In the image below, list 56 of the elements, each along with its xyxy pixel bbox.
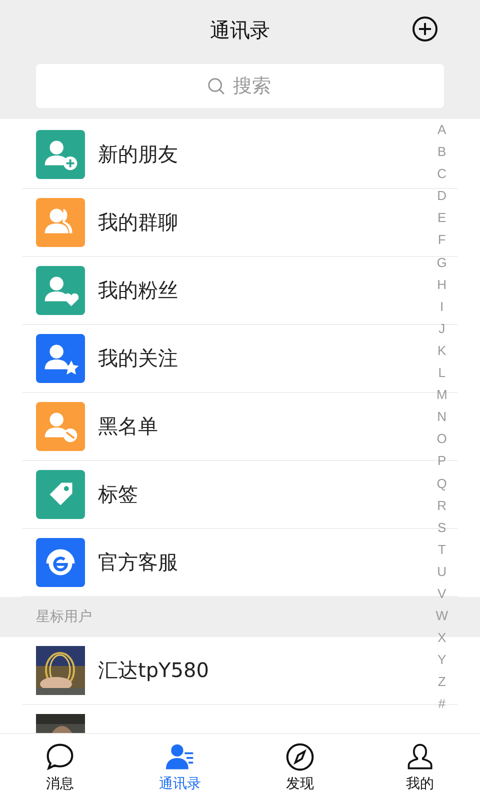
menu-item[interactable]: 标签	[22, 461, 424, 528]
index-letter[interactable]: S	[438, 516, 446, 539]
index-letter[interactable]: I	[440, 296, 444, 318]
chat-bubble-icon	[45, 742, 75, 772]
search-field[interactable]: 搜索	[36, 64, 444, 108]
index-letter[interactable]: N	[437, 406, 447, 428]
index-letter[interactable]: V	[438, 582, 446, 606]
index-letter[interactable]: D	[437, 185, 447, 208]
menu-item[interactable]: 新的朋友	[22, 121, 424, 188]
index-letter[interactable]: Z	[438, 671, 446, 694]
index-letter[interactable]: U	[437, 560, 447, 583]
tab[interactable]: 消息	[0, 734, 120, 800]
index-letter[interactable]: O	[436, 428, 447, 450]
menu-label: 标签	[98, 481, 138, 508]
index-letter[interactable]: T	[438, 538, 446, 561]
menu-item[interactable]: 我的粉丝	[22, 257, 424, 324]
index-letter[interactable]: #	[438, 693, 446, 716]
menu-item[interactable]: 黑名单	[22, 393, 424, 460]
menu-item[interactable]: 我的群聊	[22, 189, 424, 256]
index-letter[interactable]: R	[437, 494, 447, 517]
contacts-icon	[165, 742, 195, 772]
tab[interactable]: 通讯录	[120, 734, 240, 800]
menu-label: 我的关注	[98, 345, 178, 372]
index-letter[interactable]: G	[436, 252, 447, 274]
tab[interactable]: 发现	[240, 734, 360, 800]
menu-label: 我的群聊	[98, 209, 178, 236]
index-letter[interactable]: E	[438, 207, 446, 230]
index-letter[interactable]: P	[438, 450, 446, 472]
menu-label: 新的朋友	[98, 141, 178, 168]
index-letter[interactable]: Q	[436, 472, 447, 495]
index-letter[interactable]: F	[438, 229, 446, 252]
index-letter[interactable]: Y	[438, 649, 446, 672]
person-icon	[405, 742, 435, 772]
index-letter[interactable]: J	[438, 318, 446, 340]
index-letter[interactable]: C	[437, 163, 447, 186]
contact-name: 汇达tpY580	[98, 657, 209, 684]
index-letter[interactable]: L	[438, 362, 446, 384]
menu-label: 黑名单	[98, 413, 158, 440]
page-title: 通讯录	[210, 16, 270, 44]
menu-label: 官方客服	[98, 549, 178, 576]
menu-item[interactable]: 官方客服	[22, 529, 424, 596]
search-icon	[207, 77, 226, 96]
index-letter[interactable]: A	[438, 119, 446, 142]
section-title: 星标用户	[36, 608, 92, 626]
index-letter[interactable]: B	[438, 141, 446, 164]
index-letter[interactable]: X	[438, 627, 446, 650]
menu-item[interactable]: 我的关注	[22, 325, 424, 392]
compass-icon	[285, 742, 315, 772]
index-letter[interactable]: K	[438, 340, 446, 362]
tab[interactable]: 我的	[360, 734, 480, 800]
index-letter[interactable]: H	[437, 274, 447, 296]
menu-label: 我的粉丝	[98, 277, 178, 304]
index-letter[interactable]: M	[436, 384, 448, 406]
index-letter[interactable]: W	[436, 605, 448, 628]
add-icon[interactable]	[412, 16, 438, 42]
contact-item[interactable]: 汇达tpY580	[22, 637, 424, 704]
